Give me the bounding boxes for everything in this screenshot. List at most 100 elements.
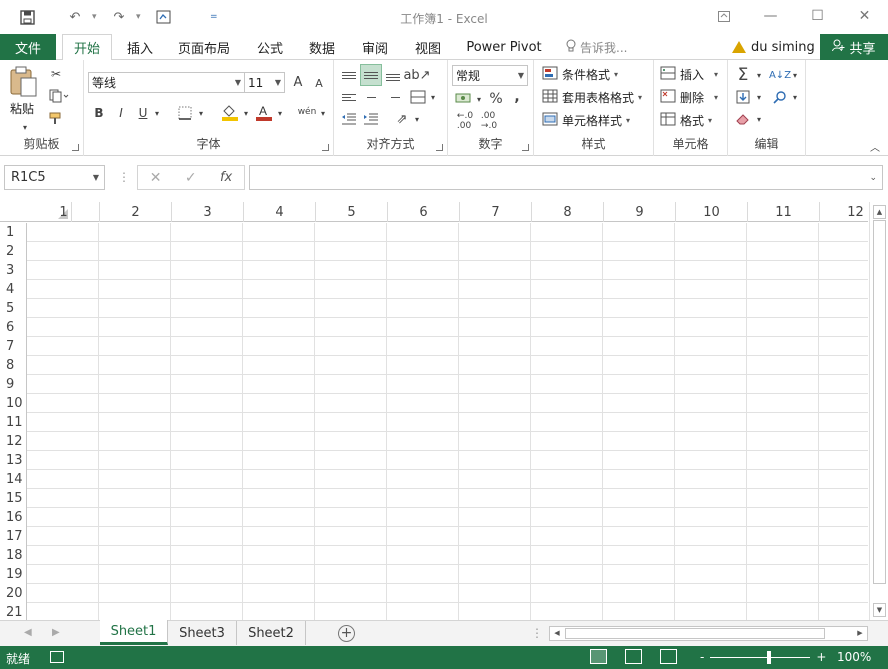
font-size-combo[interactable]: 11 ▼	[244, 72, 285, 93]
sheet-nav-next-icon[interactable]: ▶	[52, 627, 60, 638]
cut-icon[interactable]: ✂	[47, 66, 65, 82]
cancel-entry-icon[interactable]: ✕	[150, 170, 162, 186]
column-header[interactable]: 11	[748, 202, 820, 222]
row-header[interactable]: 12	[0, 432, 27, 451]
zoom-slider[interactable]: - +	[700, 650, 826, 664]
sort-filter-icon[interactable]: A↓Z	[769, 65, 791, 85]
increase-decimal-icon[interactable]: ←.0.00	[454, 111, 476, 131]
alignment-launcher-icon[interactable]	[436, 144, 443, 151]
tell-me-box[interactable]: 告诉我...	[566, 34, 627, 60]
sort-filter-dropdown-icon[interactable]: ▾	[790, 69, 800, 81]
orientation-icon[interactable]: ab↗	[403, 66, 430, 84]
scroll-right-icon[interactable]: ▶	[853, 627, 867, 640]
clear-dropdown-icon[interactable]: ▾	[754, 113, 764, 125]
formula-bar-grip-icon[interactable]: ⋮	[118, 170, 130, 184]
page-break-preview-icon[interactable]	[660, 649, 677, 664]
number-format-combo[interactable]: 常规 ▼	[452, 65, 528, 86]
column-header[interactable]: 6	[388, 202, 460, 222]
column-header[interactable]: 2	[100, 202, 172, 222]
column-header[interactable]: 3	[172, 202, 244, 222]
column-header[interactable]: 10	[676, 202, 748, 222]
expand-formula-bar-icon[interactable]: ⌄	[869, 173, 877, 183]
percent-style-button[interactable]: %	[488, 90, 504, 108]
paste-button[interactable]: 粘贴	[10, 100, 34, 117]
tab-file[interactable]: 文件	[0, 34, 56, 60]
borders-dropdown-icon[interactable]: ▾	[196, 107, 206, 119]
row-header[interactable]: 1	[0, 223, 27, 242]
name-box[interactable]: R1C5 ▼	[4, 165, 105, 190]
format-painter-icon[interactable]	[47, 110, 65, 126]
maximize-icon[interactable]: ☐	[794, 0, 841, 32]
tab-page-layout[interactable]: 页面布局	[170, 34, 238, 60]
page-layout-view-icon[interactable]	[625, 649, 642, 664]
row-header[interactable]: 19	[0, 565, 27, 584]
cell-area[interactable]	[27, 223, 868, 620]
align-left-icon[interactable]	[340, 88, 358, 106]
column-header[interactable]: 7	[460, 202, 532, 222]
decrease-decimal-icon[interactable]: .00 →.0	[478, 111, 500, 131]
column-header[interactable]: 12	[820, 202, 868, 222]
row-header[interactable]: 6	[0, 318, 27, 337]
scroll-left-icon[interactable]: ◀	[550, 627, 564, 640]
normal-view-icon[interactable]	[590, 649, 607, 664]
bold-button[interactable]: B	[92, 104, 106, 122]
phonetic-guide-icon[interactable]: wén	[296, 102, 318, 122]
find-select-dropdown-icon[interactable]: ▾	[790, 91, 800, 103]
phonetic-dropdown-icon[interactable]: ▾	[318, 107, 328, 119]
format-as-table-button[interactable]: 套用表格格式 ▾	[542, 89, 642, 106]
tab-review[interactable]: 审阅	[353, 34, 397, 60]
format-cells-button[interactable]: 格式 ▾	[660, 112, 712, 129]
zoom-out-button[interactable]: -	[700, 650, 704, 664]
decrease-indent-icon[interactable]	[340, 110, 358, 128]
paste-icon[interactable]	[8, 66, 40, 98]
share-button[interactable]: 共享	[820, 34, 888, 60]
fill-dropdown-icon[interactable]: ▾	[754, 91, 764, 103]
clipboard-launcher-icon[interactable]	[72, 144, 79, 151]
tab-power-pivot[interactable]: Power Pivot	[462, 34, 546, 60]
font-color-icon[interactable]: A	[254, 102, 274, 122]
row-header[interactable]: 15	[0, 489, 27, 508]
underline-button[interactable]: U	[136, 104, 150, 122]
row-header[interactable]: 16	[0, 508, 27, 527]
italic-button[interactable]: I	[114, 104, 128, 122]
row-header[interactable]: 14	[0, 470, 27, 489]
autosum-icon[interactable]: Σ	[734, 65, 752, 85]
tab-data[interactable]: 数据	[300, 34, 344, 60]
name-box-dropdown-icon[interactable]: ▼	[93, 173, 99, 182]
cell-styles-button[interactable]: 单元格样式 ▾	[542, 112, 630, 129]
increase-indent-icon[interactable]	[362, 110, 380, 128]
delete-cells-button[interactable]: 删除 ▾	[660, 89, 718, 106]
collapse-ribbon-icon[interactable]: ︿	[868, 140, 882, 154]
align-middle-icon[interactable]	[360, 64, 382, 86]
vertical-scroll-thumb[interactable]	[873, 220, 886, 584]
font-name-dropdown-icon[interactable]: ▼	[235, 78, 241, 87]
insert-cells-button[interactable]: 插入 ▾	[660, 66, 718, 83]
zoom-level[interactable]: 100%	[837, 650, 871, 664]
fill-color-icon[interactable]	[220, 102, 240, 122]
user-account[interactable]: du siming	[732, 34, 815, 60]
font-name-combo[interactable]: 等线 ▼	[88, 72, 245, 93]
autosum-dropdown-icon[interactable]: ▾	[754, 69, 764, 81]
ribbon-display-options-icon[interactable]	[700, 0, 747, 32]
grow-font-icon[interactable]: A	[290, 73, 306, 91]
row-header[interactable]: 13	[0, 451, 27, 470]
zoom-in-button[interactable]: +	[816, 650, 826, 664]
macro-record-icon[interactable]	[50, 651, 64, 663]
row-header[interactable]: 20	[0, 584, 27, 603]
row-header[interactable]: 11	[0, 413, 27, 432]
row-header[interactable]: 21	[0, 603, 27, 620]
font-size-dropdown-icon[interactable]: ▼	[275, 78, 281, 87]
borders-icon[interactable]	[176, 104, 194, 122]
column-header[interactable]: 1	[28, 202, 100, 222]
scroll-down-icon[interactable]: ▼	[873, 603, 886, 617]
tab-insert[interactable]: 插入	[118, 34, 162, 60]
copy-icon[interactable]	[47, 88, 71, 104]
tab-view[interactable]: 视图	[406, 34, 450, 60]
sheet-tab-sheet2[interactable]: Sheet2	[237, 621, 306, 645]
confirm-entry-icon[interactable]: ✓	[185, 170, 197, 186]
close-icon[interactable]: ✕	[841, 0, 888, 32]
sheet-tab-sheet3[interactable]: Sheet3	[168, 621, 237, 645]
vertical-scrollbar[interactable]: ▲ ▼	[869, 202, 888, 620]
clear-icon[interactable]	[734, 110, 752, 128]
row-header[interactable]: 5	[0, 299, 27, 318]
